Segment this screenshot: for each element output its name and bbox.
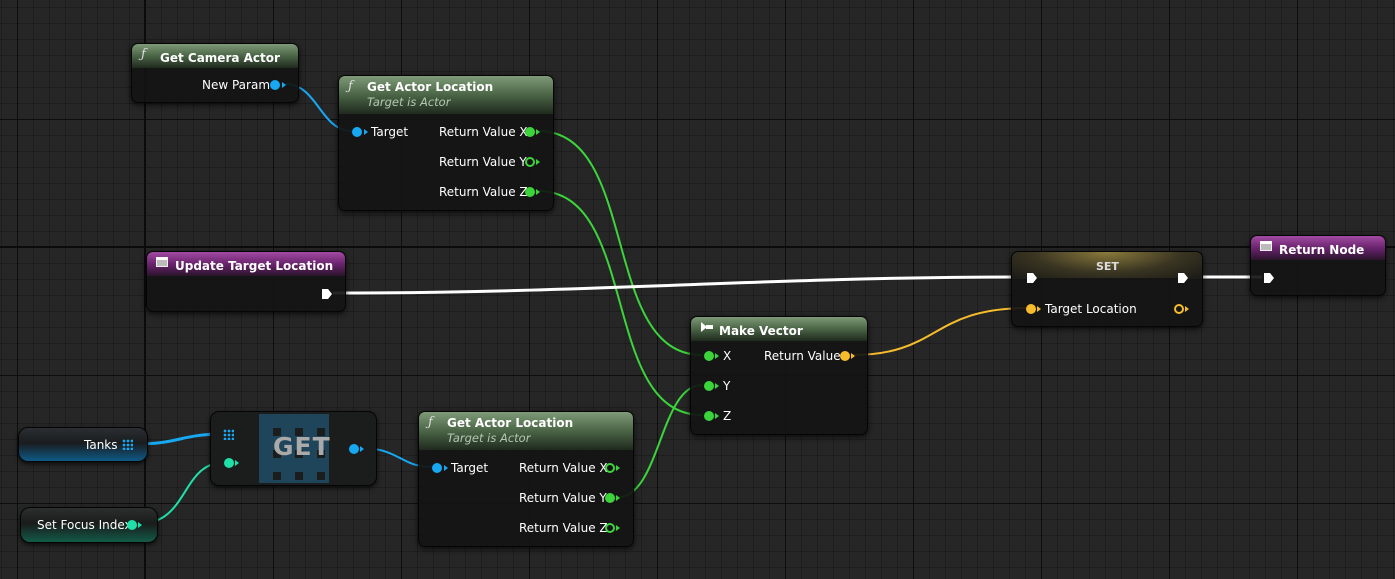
node-title: SET bbox=[1096, 260, 1119, 273]
set-focus-index-label: Set Focus Index bbox=[37, 518, 132, 532]
return-value-pin[interactable] bbox=[840, 351, 850, 361]
target-location-in-pin[interactable] bbox=[1026, 304, 1036, 314]
node-title: Update Target Location bbox=[175, 259, 334, 273]
update-target-location-node[interactable]: Update Target Location bbox=[146, 251, 346, 312]
array-get-node[interactable]: GET bbox=[210, 411, 377, 486]
exec-in-pin[interactable] bbox=[1263, 272, 1275, 284]
return-value-x-pin[interactable] bbox=[605, 463, 615, 473]
event-icon bbox=[1260, 241, 1272, 251]
wire-exec-update-to-set[interactable] bbox=[332, 275, 1027, 295]
exec-out-pin[interactable] bbox=[1177, 272, 1189, 284]
pin-arrow-icon bbox=[715, 383, 719, 389]
pin-arrow-icon bbox=[536, 129, 540, 135]
node-header: ƒ Get Actor Location Target is Actor bbox=[339, 76, 553, 114]
node-title: Get Camera Actor bbox=[160, 51, 280, 65]
wire-x-to-make-vector-x[interactable] bbox=[537, 130, 703, 356]
return-value-z-pin[interactable] bbox=[605, 523, 615, 533]
event-icon bbox=[156, 257, 168, 267]
pin-arrow-icon bbox=[715, 353, 719, 359]
x-label: X bbox=[723, 349, 732, 363]
pin-arrow-icon bbox=[536, 189, 540, 195]
return-value-z-label: Return Value Z bbox=[519, 521, 608, 535]
target-location-label: Target Location bbox=[1045, 302, 1137, 316]
z-pin[interactable] bbox=[704, 411, 714, 421]
index-in-pin[interactable] bbox=[224, 458, 234, 468]
tanks-variable-node[interactable]: Tanks bbox=[18, 427, 148, 462]
node-subtitle: Target is Actor bbox=[367, 95, 451, 109]
target-label: Target bbox=[451, 461, 489, 475]
return-value-x-label: Return Value X bbox=[439, 125, 528, 139]
pin-arrow-icon bbox=[715, 413, 719, 419]
get-actor-location-node-top[interactable]: ƒ Get Actor Location Target is Actor Tar… bbox=[338, 75, 554, 211]
wire-z-to-make-vector-z[interactable] bbox=[537, 190, 703, 416]
node-title: Get Actor Location bbox=[367, 80, 494, 94]
exec-out-pin[interactable] bbox=[321, 288, 333, 300]
wire-make-vector-to-target-location[interactable] bbox=[851, 307, 1029, 356]
node-header: ƒ Get Camera Actor bbox=[132, 44, 298, 68]
get-camera-actor-node[interactable]: ƒ Get Camera Actor New Param bbox=[131, 43, 299, 103]
pin-arrow-icon bbox=[616, 495, 620, 501]
node-header: Make Vector bbox=[691, 317, 867, 341]
get-label: GET bbox=[273, 432, 331, 461]
node-title: Get Actor Location bbox=[447, 416, 574, 430]
pin-arrow-icon bbox=[444, 465, 448, 471]
blueprint-graph-canvas[interactable]: ƒ Get Camera Actor New Param ƒ Get Actor… bbox=[0, 0, 1395, 579]
make-vector-node[interactable]: Make Vector X Y Z Return Value bbox=[690, 316, 868, 435]
return-value-label: Return Value bbox=[764, 349, 841, 363]
pin-arrow-icon bbox=[138, 522, 142, 528]
node-subtitle: Target is Actor bbox=[447, 431, 531, 445]
pin-arrow-icon bbox=[360, 446, 364, 452]
return-value-y-pin[interactable] bbox=[525, 157, 535, 167]
pin-arrow-icon bbox=[1185, 306, 1189, 312]
x-pin[interactable] bbox=[704, 351, 714, 361]
return-value-y-label: Return Value Y bbox=[519, 491, 607, 505]
pin-arrow-icon bbox=[536, 159, 540, 165]
return-value-x-pin[interactable] bbox=[525, 127, 535, 137]
node-header: ƒ Get Actor Location Target is Actor bbox=[419, 412, 633, 450]
node-header: Update Target Location bbox=[147, 252, 345, 276]
new-param-label: New Param bbox=[202, 78, 271, 92]
function-icon: ƒ bbox=[428, 415, 433, 430]
return-value-z-label: Return Value Z bbox=[439, 185, 528, 199]
return-value-z-pin[interactable] bbox=[525, 187, 535, 197]
function-icon: ƒ bbox=[348, 79, 353, 94]
target-label: Target bbox=[371, 125, 409, 139]
set-focus-index-pin[interactable] bbox=[127, 520, 137, 530]
target-pin[interactable] bbox=[352, 127, 362, 137]
function-icon: ƒ bbox=[141, 47, 146, 62]
z-label: Z bbox=[723, 409, 732, 423]
return-value-x-label: Return Value X bbox=[519, 461, 608, 475]
set-focus-index-variable-node[interactable]: Set Focus Index bbox=[20, 507, 158, 543]
pin-arrow-icon bbox=[364, 129, 368, 135]
pin-arrow-icon bbox=[235, 460, 239, 466]
pin-arrow-icon bbox=[1037, 306, 1041, 312]
exec-in-pin[interactable] bbox=[1026, 272, 1038, 284]
pin-arrow-icon bbox=[616, 465, 620, 471]
return-node[interactable]: Return Node bbox=[1250, 235, 1386, 296]
pin-arrow-icon bbox=[851, 353, 855, 359]
return-value-y-pin[interactable] bbox=[605, 493, 615, 503]
node-title: Make Vector bbox=[719, 324, 803, 338]
tanks-label: Tanks bbox=[84, 438, 118, 452]
return-value-y-label: Return Value Y bbox=[439, 155, 527, 169]
target-pin[interactable] bbox=[432, 463, 442, 473]
y-pin[interactable] bbox=[704, 381, 714, 391]
node-title: Return Node bbox=[1279, 243, 1365, 257]
array-pin-icon[interactable] bbox=[122, 439, 133, 450]
item-out-pin[interactable] bbox=[349, 444, 359, 454]
pin-arrow-icon bbox=[282, 82, 286, 88]
y-label: Y bbox=[723, 379, 731, 393]
pin-arrow-icon bbox=[616, 525, 620, 531]
node-header: Return Node bbox=[1251, 236, 1385, 260]
make-struct-icon bbox=[701, 322, 713, 332]
set-node[interactable]: SET Target Location bbox=[1011, 251, 1203, 327]
get-actor-location-node-bottom[interactable]: ƒ Get Actor Location Target is Actor Tar… bbox=[418, 411, 634, 547]
new-param-pin[interactable] bbox=[270, 80, 280, 90]
target-location-out-pin[interactable] bbox=[1174, 304, 1184, 314]
array-in-pin-icon[interactable] bbox=[223, 429, 234, 440]
